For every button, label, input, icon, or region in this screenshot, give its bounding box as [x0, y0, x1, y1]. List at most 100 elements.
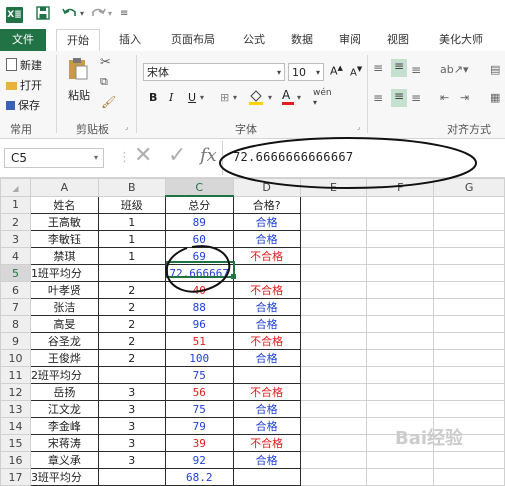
row-header[interactable]: 5: [0, 264, 31, 282]
cell-name[interactable]: 叶孝贤: [29, 281, 99, 299]
cell-name[interactable]: 禁琪: [29, 247, 99, 265]
decrease-font-icon[interactable]: A▼: [350, 65, 362, 78]
cell-name[interactable]: 王俊烨: [29, 349, 99, 367]
fill-color-dropdown-icon[interactable]: ▾: [268, 93, 272, 102]
row-header[interactable]: 7: [0, 298, 31, 316]
cell-pass[interactable]: 不合格: [232, 281, 301, 299]
cell-empty[interactable]: [433, 332, 505, 350]
cell-total[interactable]: 39: [164, 434, 234, 452]
fill-handle[interactable]: [231, 274, 236, 279]
cell-empty[interactable]: [366, 451, 435, 469]
cell-class[interactable]: 2: [97, 281, 166, 299]
cell-empty[interactable]: [366, 195, 435, 214]
cell-name[interactable]: 章义承: [29, 451, 99, 469]
column-header[interactable]: E: [299, 178, 368, 197]
cell-empty[interactable]: [299, 451, 368, 469]
cell-pass[interactable]: 合格: [232, 213, 301, 231]
cell-empty[interactable]: [433, 315, 505, 333]
cell-total[interactable]: 88: [164, 298, 234, 316]
insert-function-icon[interactable]: fx: [200, 145, 217, 166]
cell-empty[interactable]: [366, 298, 435, 316]
cell-empty[interactable]: [366, 264, 435, 282]
cell-empty[interactable]: [299, 315, 368, 333]
align-left-icon[interactable]: ≡: [373, 91, 383, 105]
cell-total[interactable]: 60: [164, 230, 234, 248]
cell-total[interactable]: 51: [164, 332, 234, 350]
cell-empty[interactable]: [299, 195, 368, 214]
cell-empty[interactable]: [366, 230, 435, 248]
cell-empty[interactable]: [299, 434, 368, 452]
cell-empty[interactable]: [433, 230, 505, 248]
cell-class[interactable]: 2: [97, 315, 166, 333]
cell-name[interactable]: 王高敏: [29, 213, 99, 231]
cell-empty[interactable]: [433, 195, 505, 214]
cell-pass[interactable]: 不合格: [232, 383, 301, 401]
row-header[interactable]: 16: [0, 451, 31, 469]
cell-empty[interactable]: [366, 247, 435, 265]
font-name-select[interactable]: 宋体 ▾: [143, 63, 285, 81]
tab-insert[interactable]: 插入: [108, 29, 152, 51]
cell-total[interactable]: 总分: [164, 195, 234, 214]
cell-class[interactable]: [97, 468, 166, 486]
save-button[interactable]: 保存: [6, 97, 40, 113]
new-button[interactable]: 新建: [6, 57, 42, 73]
align-top-icon[interactable]: ≡: [373, 61, 383, 75]
cell-total[interactable]: 96: [164, 315, 234, 333]
cell-empty[interactable]: [366, 315, 435, 333]
border-icon[interactable]: ⊞: [220, 91, 229, 104]
cell-pass[interactable]: 合格: [232, 400, 301, 418]
cell-class[interactable]: 2: [97, 349, 166, 367]
cell-empty[interactable]: [433, 264, 505, 282]
cell-pass[interactable]: 不合格: [232, 434, 301, 452]
cell-empty[interactable]: [299, 281, 368, 299]
cell-name[interactable]: 张洁: [29, 298, 99, 316]
cell-class[interactable]: 3: [97, 400, 166, 418]
open-button[interactable]: 打开: [6, 77, 42, 93]
cell-pass[interactable]: [232, 366, 301, 384]
column-header-selected[interactable]: C: [164, 178, 234, 197]
column-header[interactable]: A: [29, 178, 99, 197]
cell-empty[interactable]: [299, 349, 368, 367]
align-right-icon[interactable]: ≡: [411, 91, 421, 105]
cell-class[interactable]: 3: [97, 434, 166, 452]
row-header[interactable]: 14: [0, 417, 31, 435]
tab-file[interactable]: 文件: [0, 29, 46, 51]
paste-icon[interactable]: [67, 57, 89, 84]
bold-button[interactable]: B: [149, 91, 157, 104]
tab-home[interactable]: 开始: [56, 29, 100, 53]
clipboard-launcher-icon[interactable]: ⌟: [125, 123, 128, 131]
cell-empty[interactable]: [299, 264, 368, 282]
undo-icon[interactable]: [62, 6, 78, 22]
cell-pass[interactable]: 合格: [232, 315, 301, 333]
cell-total[interactable]: 92: [164, 451, 234, 469]
cell-name[interactable]: 姓名: [29, 195, 99, 214]
cell-total[interactable]: 75: [164, 366, 234, 384]
cell-empty[interactable]: [366, 400, 435, 418]
cell-empty[interactable]: [433, 451, 505, 469]
cell-class[interactable]: 1: [97, 213, 166, 231]
cell-empty[interactable]: [433, 468, 505, 486]
select-all-corner[interactable]: ◢: [0, 178, 31, 197]
cell-total[interactable]: 72.666667: [164, 264, 234, 282]
cell-empty[interactable]: [366, 366, 435, 384]
cell-total[interactable]: 56: [164, 383, 234, 401]
cell-class[interactable]: 班级: [97, 195, 166, 214]
cell-name[interactable]: 宋蒋涛: [29, 434, 99, 452]
fill-color-icon[interactable]: [248, 89, 264, 108]
cell-total[interactable]: 100: [164, 349, 234, 367]
undo-dropdown-icon[interactable]: ▾: [80, 6, 84, 22]
cell-class[interactable]: 1: [97, 230, 166, 248]
cell-empty[interactable]: [433, 281, 505, 299]
paste-label[interactable]: 粘贴: [68, 87, 90, 103]
cell-empty[interactable]: [366, 281, 435, 299]
cell-total[interactable]: 79: [164, 417, 234, 435]
cell-empty[interactable]: [366, 213, 435, 231]
cell-name[interactable]: 3班平均分: [29, 468, 99, 486]
row-header[interactable]: 4: [0, 247, 31, 265]
row-header[interactable]: 12: [0, 383, 31, 401]
row-header[interactable]: 13: [0, 400, 31, 418]
border-dropdown-icon[interactable]: ▾: [233, 93, 237, 102]
cell-class[interactable]: 2: [97, 298, 166, 316]
tab-page-layout[interactable]: 页面布局: [160, 29, 226, 51]
row-header[interactable]: 1: [0, 195, 31, 214]
